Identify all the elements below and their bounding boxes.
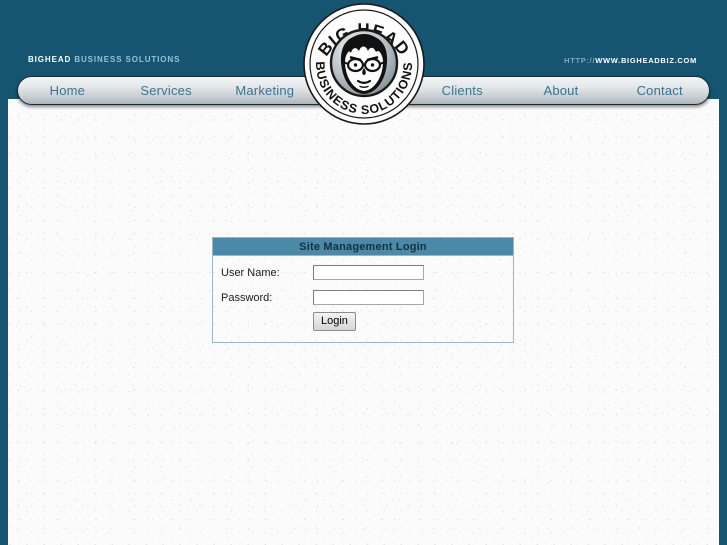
url-protocol: HTTP:// [564, 56, 596, 65]
page-content: Site Management Login User Name: Passwor… [8, 99, 719, 545]
nav-item-marketing[interactable]: Marketing [215, 77, 314, 104]
nav-item-services[interactable]: Services [117, 77, 216, 104]
nav-item-home[interactable]: Home [18, 77, 117, 104]
password-label: Password: [221, 291, 273, 304]
username-input[interactable] [313, 265, 424, 280]
username-row: User Name: [213, 262, 513, 283]
brand-tagline: BIGHEAD BUSINESS SOLUTIONS [28, 55, 180, 64]
bighead-logo[interactable]: BIG HEAD BUSINESS SOLUTIONS [301, 2, 427, 126]
username-label: User Name: [221, 266, 280, 279]
brand-name: BIGHEAD [28, 55, 72, 64]
login-panel-title: Site Management Login [213, 238, 513, 256]
password-input[interactable] [313, 290, 424, 305]
site-header: BIGHEAD BUSINESS SOLUTIONS HTTP://WWW.BI… [0, 0, 727, 125]
url-domain: WWW.BIGHEADBIZ.COM [595, 56, 697, 65]
login-form: User Name: Password: Login [213, 256, 513, 342]
brand-suffix: BUSINESS SOLUTIONS [71, 55, 181, 64]
nav-item-contact[interactable]: Contact [610, 77, 709, 104]
password-row: Password: [213, 287, 513, 308]
submit-row: Login [213, 312, 513, 334]
nav-item-about[interactable]: About [512, 77, 611, 104]
site-url: HTTP://WWW.BIGHEADBIZ.COM [564, 56, 697, 65]
browser-viewport: BIGHEAD BUSINESS SOLUTIONS HTTP://WWW.BI… [0, 0, 727, 545]
nav-item-clients[interactable]: Clients [413, 77, 512, 104]
site-management-login-panel: Site Management Login User Name: Passwor… [212, 237, 514, 343]
submit-spacer [213, 312, 313, 334]
login-button[interactable]: Login [313, 312, 356, 331]
